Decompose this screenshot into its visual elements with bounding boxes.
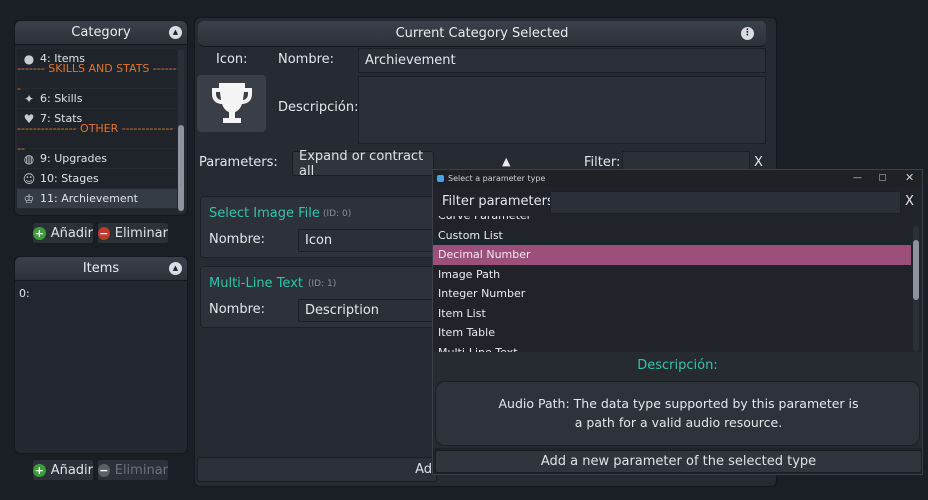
main-panel-header: Current Category Selected ⋮: [198, 21, 766, 47]
expand-contract-all-button[interactable]: Expand or contract all: [292, 149, 434, 179]
description-text-line: Audio Path: The data type supported by t…: [498, 396, 859, 411]
filter-parameters-label: Filter parameters:: [442, 194, 559, 209]
trophy-icon: [211, 82, 252, 123]
items-panel-header: Items ▲: [15, 257, 187, 281]
close-icon[interactable]: ✕: [905, 171, 914, 184]
people-icon: ☺: [22, 171, 36, 186]
collapse-up-icon[interactable]: ▲: [169, 262, 182, 275]
parameter-title: Select Image File: [209, 206, 320, 221]
category-icon-preview[interactable]: [197, 75, 266, 132]
category-item-label: 6: Skills: [40, 91, 83, 105]
category-panel-header: Category ▲: [15, 21, 187, 45]
parameter-type-item[interactable]: Item Table: [433, 323, 911, 343]
minus-icon: −: [98, 226, 110, 240]
main-panel-title: Current Category Selected: [395, 26, 569, 41]
items-panel-title: Items: [82, 261, 120, 276]
filter-parameters-clear-button[interactable]: X: [905, 194, 914, 209]
category-scrollbar-thumb[interactable]: [178, 125, 184, 211]
add-parameter-button-partial[interactable]: Ad: [197, 457, 437, 482]
category-item-label: 9: Upgrades: [40, 151, 107, 165]
description-section: Descripción: Audio Path: The data type s…: [433, 352, 922, 448]
parameter-type-item[interactable]: Decimal Number: [433, 245, 911, 265]
category-item-label: 10: Stages: [40, 171, 99, 185]
category-remove-button[interactable]: − Eliminar: [97, 222, 169, 244]
parameter-type-item[interactable]: Custom List: [433, 226, 911, 246]
category-item-label: 11: Archievement: [40, 191, 138, 205]
category-description-input[interactable]: [358, 76, 766, 144]
filter-clear-button[interactable]: X: [754, 155, 763, 170]
category-panel-title: Category: [71, 25, 131, 40]
description-header: Descripción:: [637, 358, 718, 373]
category-panel: Category ▲ ● 4: Items ------- SKILLS AND S…: [14, 20, 188, 216]
parameter-name-label: Nombre:: [209, 232, 266, 247]
sparkle-icon: ✦: [23, 91, 35, 106]
items-remove-button[interactable]: − Eliminar: [97, 459, 169, 481]
items-list: 0:: [19, 287, 30, 300]
parameter-type-item[interactable]: Integer Number: [433, 284, 911, 304]
parameters-label: Parameters:: [199, 155, 278, 170]
icon-label: Icon:: [216, 52, 248, 67]
description-label: Descripción:: [278, 100, 359, 115]
info-icon[interactable]: ⋮: [741, 27, 754, 40]
category-list-item[interactable]: ♔ 11: Archievement: [17, 189, 177, 209]
minimize-icon[interactable]: —: [853, 173, 862, 183]
description-box: Audio Path: The data type supported by t…: [435, 381, 920, 446]
name-label: Nombre:: [278, 52, 335, 67]
globe-icon: ◍: [23, 151, 35, 166]
category-list: ● 4: Items ------- SKILLS AND STATS ------…: [17, 49, 177, 209]
category-name-input[interactable]: Archievement: [358, 48, 766, 73]
items-add-button[interactable]: + Añadir: [32, 459, 94, 481]
list-item[interactable]: 0:: [19, 287, 30, 300]
trophy-icon: ♔: [23, 191, 35, 206]
parameter-type-item[interactable]: Curve Parameter: [433, 216, 911, 226]
add-selected-parameter-button[interactable]: Add a new parameter of the selected type: [435, 450, 922, 473]
expand-arrow-icon[interactable]: ▲: [502, 155, 510, 168]
parameter-type-list: Curve ParameterCustom ListDecimal Number…: [433, 216, 911, 352]
dialog-title: Select a parameter type: [448, 174, 546, 183]
plus-icon: +: [33, 463, 46, 477]
category-separator: ------- SKILLS AND STATS -------: [17, 62, 177, 95]
collapse-up-icon[interactable]: ▲: [169, 26, 182, 39]
filter-label: Filter:: [584, 155, 621, 170]
category-list-item[interactable]: ☺ 10: Stages: [17, 169, 177, 189]
parameter-type-item[interactable]: Item List: [433, 304, 911, 324]
maximize-icon[interactable]: [879, 174, 886, 181]
parameter-type-item[interactable]: Multi-Line Text: [433, 343, 911, 353]
type-list-scrollbar-thumb[interactable]: [913, 240, 919, 300]
items-panel: Items ▲ 0:: [14, 256, 188, 454]
select-parameter-type-dialog: Select a parameter type — ✕ Filter param…: [432, 169, 923, 475]
description-text-line: a path for a valid audio resource.: [574, 415, 783, 430]
parameter-id: (ID: 0): [323, 209, 352, 219]
minus-icon: −: [98, 463, 110, 477]
category-add-button[interactable]: + Añadir: [32, 222, 94, 244]
parameter-id: (ID: 1): [308, 279, 337, 289]
parameter-name-input[interactable]: Icon: [298, 229, 434, 252]
parameter-name-label: Nombre:: [209, 302, 266, 317]
filter-parameters-input[interactable]: [550, 191, 901, 214]
category-separator: --------------- OTHER ---------------: [17, 122, 177, 155]
parameter-type-item[interactable]: Image Path: [433, 265, 911, 285]
parameter-title: Multi-Line Text: [209, 276, 303, 291]
app-icon: [437, 175, 444, 182]
parameter-name-input[interactable]: Description: [298, 299, 434, 322]
plus-icon: +: [33, 226, 46, 240]
dialog-titlebar: Select a parameter type — ✕: [433, 170, 922, 187]
